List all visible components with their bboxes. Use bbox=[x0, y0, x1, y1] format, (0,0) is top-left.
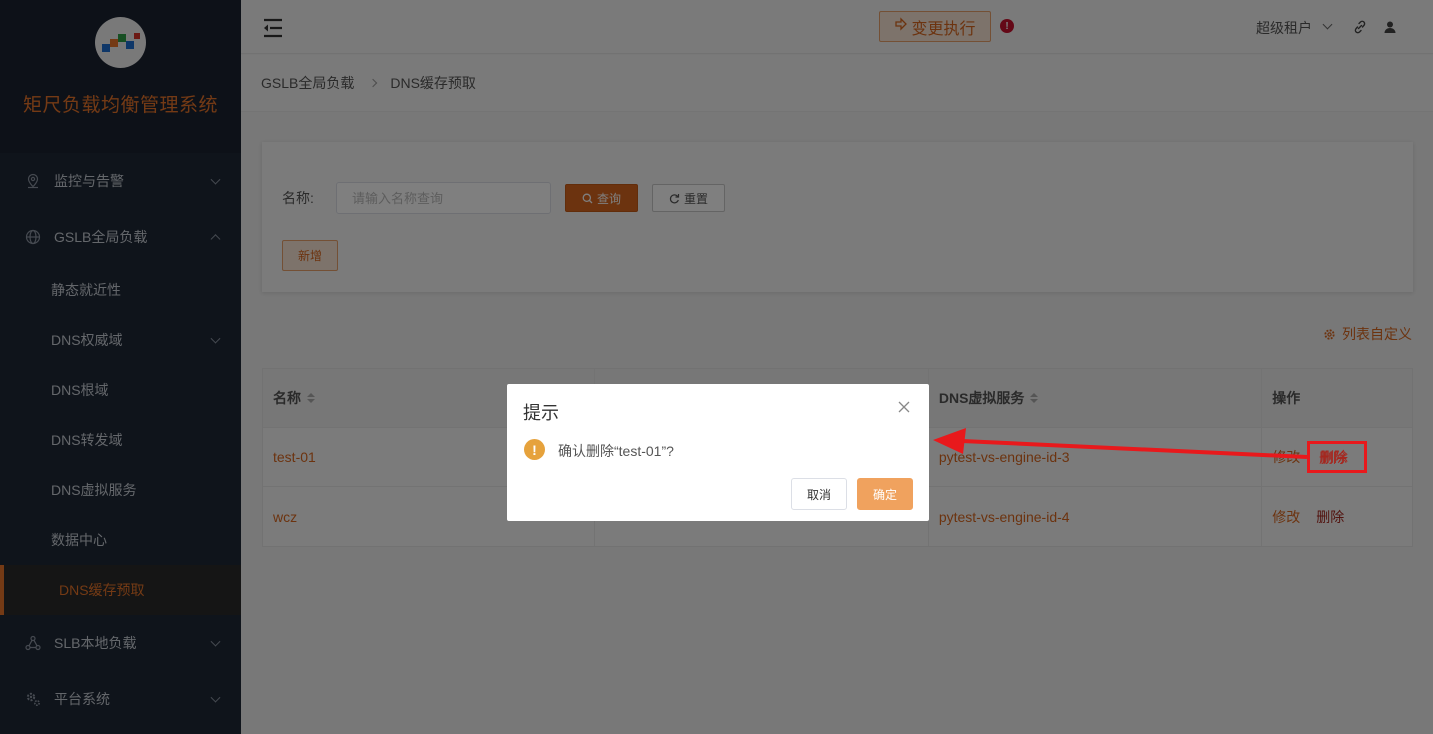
modal-overlay[interactable] bbox=[0, 0, 1433, 734]
confirm-dialog: 提示 ! 确认删除“test-01”? 取消 确定 bbox=[507, 384, 929, 521]
warning-icon: ! bbox=[524, 439, 545, 460]
cancel-button[interactable]: 取消 bbox=[791, 478, 847, 510]
delete-button-highlighted[interactable]: 删除 bbox=[1319, 448, 1347, 468]
close-icon[interactable] bbox=[897, 400, 911, 414]
dialog-message: 确认删除“test-01”? bbox=[558, 443, 674, 459]
dialog-title: 提示 bbox=[523, 403, 559, 423]
confirm-button[interactable]: 确定 bbox=[857, 478, 913, 510]
